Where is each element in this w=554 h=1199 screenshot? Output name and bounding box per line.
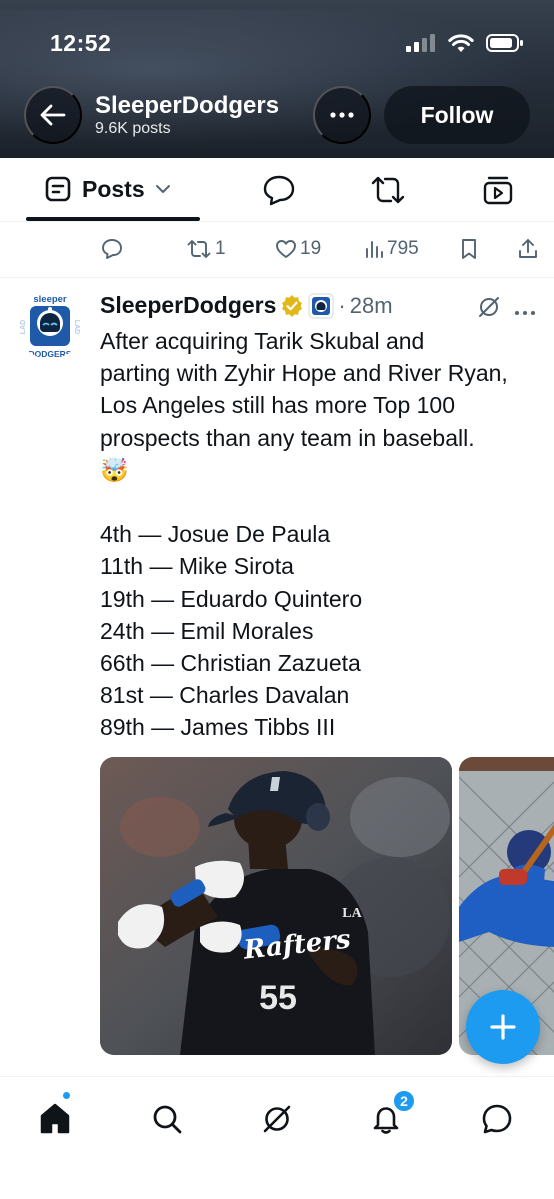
status-time: 12:52	[50, 30, 112, 56]
profile-header: 12:52 SleeperDodgers 9.6K posts Follow	[0, 0, 554, 158]
prospect-line: 11th — Mike Sirota	[100, 553, 294, 580]
post-text-line: Los Angeles still has more Top 100	[100, 392, 456, 419]
verified-badge-icon	[282, 294, 303, 317]
grok-button[interactable]	[477, 295, 501, 324]
avatar-text-top: sleeper	[33, 294, 67, 305]
signal-icon	[406, 34, 435, 52]
profile-name: SleeperDodgers	[95, 92, 280, 119]
home-icon	[40, 1103, 70, 1134]
active-tab-indicator	[26, 217, 200, 221]
post-text-line: After acquiring Tarik Skubal and	[100, 328, 425, 354]
post-timestamp[interactable]: 28m	[350, 293, 393, 319]
prospect-line: 89th — James Tibbs III	[100, 714, 336, 741]
previous-post-actions: 1 19 795	[0, 222, 554, 278]
profile-post-count: 9.6K posts	[95, 120, 171, 137]
notifications-badge: 2	[392, 1089, 416, 1113]
post-separator: ·	[338, 292, 346, 318]
post-text-line	[100, 486, 550, 518]
repost-icon	[371, 176, 405, 204]
ellipsis-icon	[330, 112, 354, 118]
post-text-line: parting with Zyhir Hope and River Ryan,	[100, 360, 508, 387]
like-action[interactable]: 19	[275, 238, 321, 260]
speech-bubble-icon	[263, 175, 295, 206]
repost-count: 1	[215, 238, 226, 259]
reply-action[interactable]	[101, 238, 123, 260]
search-icon	[153, 1105, 182, 1134]
post-author-name[interactable]: SleeperDodgers	[100, 292, 276, 319]
profile-tab-bar: Posts	[0, 158, 554, 222]
video-icon	[483, 176, 513, 205]
sleeper-dodgers-logo: sleeper LAD LAD DODGERS	[20, 294, 80, 359]
views-action[interactable]: 795	[364, 238, 419, 260]
home-unread-dot	[62, 1091, 71, 1100]
avatar-side-text: LAD	[20, 320, 27, 334]
grok-icon	[263, 1105, 291, 1133]
post[interactable]: sleeper LAD LAD DODGERS SleeperDodgers ·…	[0, 279, 554, 1079]
posts-icon	[45, 176, 71, 202]
bottom-navigation: 2	[0, 1076, 554, 1199]
prospect-line: 81st — Charles Davalan	[100, 682, 350, 709]
tab-reposts[interactable]	[370, 174, 406, 211]
repost-action[interactable]: 1	[186, 238, 226, 260]
prospect-line: 24th — Emil Morales	[100, 617, 314, 644]
wifi-icon	[448, 34, 474, 52]
post-text-line: prospects than any team in baseball.	[100, 424, 475, 451]
reply-icon	[102, 239, 122, 259]
avatar[interactable]: sleeper LAD LAD DODGERS	[16, 291, 84, 359]
repost-icon	[187, 240, 211, 258]
avatar-side-text-right: LAD	[73, 320, 80, 334]
prospect-line: 4th — Josue De Paula	[100, 521, 331, 548]
post-text: After acquiring Tarik Skubal and parting…	[100, 325, 550, 743]
battery-icon	[486, 34, 523, 52]
prospect-line: 19th — Eduardo Quintero	[100, 585, 363, 612]
grok-icon	[479, 297, 499, 317]
views-count: 795	[387, 238, 419, 259]
nav-messages[interactable]	[475, 1097, 519, 1141]
plus-icon	[490, 1014, 516, 1040]
like-count: 19	[300, 238, 322, 259]
post-more-button[interactable]	[514, 303, 536, 321]
prospect-line: 66th — Christian Zazueta	[100, 649, 361, 676]
jersey-number: 55	[259, 979, 297, 1017]
post-image-1[interactable]: Rafters 55 LA	[100, 757, 452, 1055]
bookmark-action[interactable]	[460, 238, 478, 260]
nav-home[interactable]	[33, 1097, 77, 1141]
ellipsis-icon	[515, 311, 535, 315]
tab-posts[interactable]: Posts	[44, 175, 171, 203]
avatar-text-bottom: DODGERS	[29, 349, 72, 359]
tab-replies[interactable]	[262, 174, 296, 211]
views-icon	[366, 241, 383, 258]
compose-post-button[interactable]	[466, 990, 540, 1064]
message-bubble-icon	[482, 1104, 512, 1134]
more-options-button[interactable]	[313, 86, 371, 144]
share-icon	[519, 239, 537, 258]
baseball-player-photo: Rafters 55 LA	[100, 757, 452, 1055]
bookmark-icon	[462, 239, 476, 259]
nav-grok[interactable]	[255, 1097, 299, 1141]
heart-icon	[276, 240, 296, 258]
nav-search[interactable]	[145, 1097, 189, 1141]
tab-videos[interactable]	[482, 174, 514, 211]
follow-button[interactable]: Follow	[384, 86, 530, 144]
arrow-left-icon	[40, 104, 66, 126]
status-icons	[406, 33, 524, 53]
jersey-logo: LA	[342, 906, 362, 921]
post-emoji: 🤯	[100, 456, 129, 483]
tab-posts-label: Posts	[82, 175, 145, 202]
post-header: SleeperDodgers · 28m	[100, 292, 393, 319]
share-action[interactable]	[518, 238, 538, 260]
affiliate-badge-icon	[308, 293, 334, 318]
back-button[interactable]	[24, 86, 82, 144]
chevron-down-icon	[155, 185, 170, 193]
